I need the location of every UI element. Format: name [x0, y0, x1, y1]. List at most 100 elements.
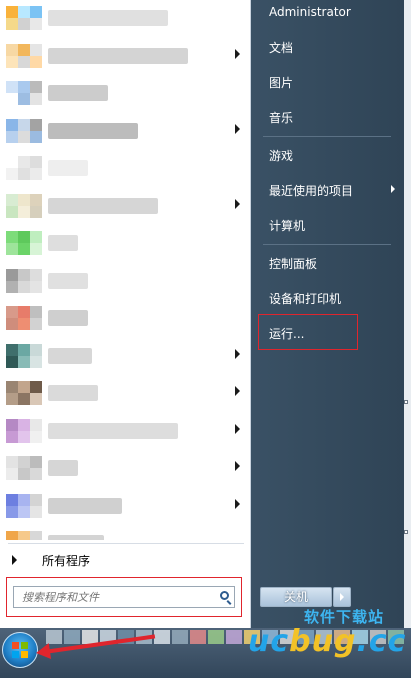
all-programs-label: 所有程序: [42, 554, 91, 568]
program-list-item[interactable]: [4, 527, 244, 540]
icon-pixel: [18, 430, 30, 443]
menu-item-control-panel[interactable]: 控制面板: [257, 250, 397, 276]
program-list-item[interactable]: [4, 152, 244, 184]
submenu-arrow-icon: [235, 386, 240, 396]
icon-pixel: [18, 381, 30, 393]
menu-item-label: 图片: [269, 76, 294, 90]
icon-pixel: [18, 6, 30, 18]
program-icon: [6, 418, 42, 443]
icon-pixel: [6, 156, 18, 168]
submenu-arrow-icon: [235, 198, 240, 209]
program-icon: [6, 268, 42, 293]
start-button[interactable]: [2, 632, 38, 668]
search-input[interactable]: [13, 586, 235, 608]
menu-item-label: Administrator: [269, 5, 351, 19]
icon-pixel: [18, 193, 30, 206]
icon-pixel: [6, 505, 18, 518]
icon-pixel: [18, 418, 30, 431]
menu-item-games[interactable]: 游戏: [257, 142, 397, 168]
taskbar-item-blurred: [226, 630, 242, 644]
search-highlight-box: [6, 577, 242, 617]
program-label-blurred: [48, 385, 98, 401]
start-menu-program-panel: 所有程序: [0, 0, 251, 628]
program-label-blurred: [48, 47, 188, 64]
program-list-item[interactable]: [4, 115, 244, 147]
icon-pixel: [6, 468, 18, 480]
submenu-arrow-icon: [235, 123, 240, 134]
program-label-blurred: [48, 235, 78, 251]
program-label-blurred: [48, 310, 88, 326]
program-label-blurred: [48, 272, 88, 289]
icon-pixel: [6, 418, 18, 431]
menu-item-label: 游戏: [269, 149, 294, 163]
icon-pixel: [30, 418, 42, 431]
icon-pixel: [30, 355, 42, 368]
arrow-right-icon: [12, 555, 17, 565]
icon-pixel: [6, 355, 18, 368]
program-list-item[interactable]: [4, 2, 244, 34]
taskbar-item-blurred: [190, 630, 206, 644]
icon-pixel: [18, 318, 30, 330]
icon-pixel: [30, 306, 42, 318]
program-icon: [6, 43, 42, 68]
program-list-item[interactable]: [4, 265, 244, 297]
search-icon[interactable]: [220, 591, 229, 600]
icon-pixel: [30, 93, 42, 105]
menu-item-music[interactable]: 音乐: [257, 104, 397, 130]
program-icon: [6, 81, 42, 105]
icon-pixel: [18, 456, 30, 468]
program-list-item[interactable]: [4, 377, 244, 409]
icon-pixel: [30, 205, 42, 218]
program-list-item[interactable]: [4, 190, 244, 222]
program-icon: [6, 493, 42, 518]
icon-pixel: [6, 43, 18, 56]
submenu-arrow-icon: [235, 348, 240, 359]
program-list-item[interactable]: [4, 452, 244, 484]
program-list-item[interactable]: [4, 340, 244, 372]
menu-item-label: 最近使用的项目: [269, 184, 354, 198]
icon-pixel: [18, 343, 30, 356]
submenu-arrow-icon: [391, 185, 395, 193]
program-list-item[interactable]: [4, 302, 244, 334]
icon-pixel: [18, 93, 30, 105]
icon-pixel: [30, 381, 42, 393]
all-programs-button[interactable]: 所有程序: [4, 548, 244, 572]
icon-pixel: [30, 430, 42, 443]
icon-pixel: [30, 531, 42, 540]
icon-pixel: [30, 505, 42, 518]
program-icon: [6, 456, 42, 480]
taskbar-item-blurred: [208, 630, 224, 644]
menu-item-user[interactable]: Administrator: [257, 0, 397, 26]
menu-item-documents[interactable]: 文档: [257, 34, 397, 60]
program-list-item[interactable]: [4, 77, 244, 109]
menu-item-recent[interactable]: 最近使用的项目: [257, 177, 397, 203]
windows-logo-icon: [21, 651, 28, 658]
icon-pixel: [6, 55, 18, 68]
menu-item-computer[interactable]: 计算机: [257, 212, 397, 238]
icon-pixel: [18, 168, 30, 180]
edge-marker: [404, 530, 408, 534]
menu-item-pictures[interactable]: 图片: [257, 69, 397, 95]
program-label-blurred: [48, 85, 108, 101]
icon-pixel: [18, 55, 30, 68]
icon-pixel: [6, 118, 18, 131]
program-list-item[interactable]: [4, 40, 244, 72]
icon-pixel: [30, 456, 42, 468]
icon-pixel: [6, 393, 18, 405]
edge-marker: [404, 400, 408, 404]
icon-pixel: [30, 55, 42, 68]
icon-pixel: [18, 130, 30, 143]
icon-pixel: [30, 318, 42, 330]
program-list-item[interactable]: [4, 490, 244, 522]
menu-item-devices[interactable]: 设备和打印机: [257, 285, 397, 311]
program-list-item[interactable]: [4, 227, 244, 259]
icon-pixel: [30, 493, 42, 506]
program-list-divider: [8, 543, 244, 544]
icon-pixel: [30, 6, 42, 18]
program-icon: [6, 306, 42, 330]
icon-pixel: [30, 43, 42, 56]
program-list-item[interactable]: [4, 415, 244, 447]
program-icon: [6, 381, 42, 405]
submenu-arrow-icon: [235, 461, 240, 471]
icon-pixel: [18, 205, 30, 218]
